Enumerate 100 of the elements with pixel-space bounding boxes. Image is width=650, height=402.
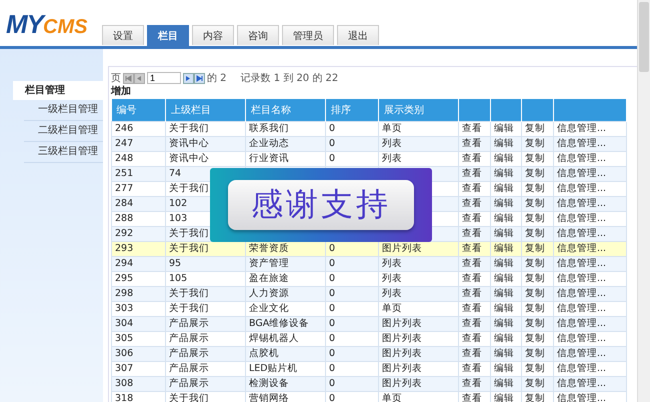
table-row[interactable]: 295 105 盈在旅途 0 列表 查看 编辑 复制 信息管理... <box>112 272 626 286</box>
table-cell: 304 <box>115 318 134 329</box>
table-cell: 0 <box>329 363 336 374</box>
table-cell: 0 <box>329 123 336 134</box>
table-cell: 图片列表 <box>382 318 422 329</box>
table-cell: 293 <box>115 243 134 254</box>
sidebar-item[interactable]: 一级栏目管理 <box>24 100 103 121</box>
table-cell: 103 <box>169 213 188 224</box>
table-cell: 0 <box>329 288 336 299</box>
table-cell: 关于我们 <box>169 303 209 314</box>
table-cell: 产品展示 <box>169 348 209 359</box>
first-prev-page-icon[interactable] <box>123 72 145 84</box>
table-cell: 关于我们 <box>169 123 209 134</box>
table-cell: 图片列表 <box>382 378 422 389</box>
table-cell: 列表 <box>382 138 402 149</box>
nav-tab[interactable]: 咨询 <box>237 25 279 45</box>
table-cell: 0 <box>329 318 336 329</box>
table-cell: 荣誉资质 <box>249 243 289 254</box>
table-cell: 294 <box>115 258 134 269</box>
table-row[interactable]: 294 95 资产管理 0 列表 查看 编辑 复制 信息管理... <box>112 256 626 272</box>
table-cell: 列表 <box>382 288 402 299</box>
table-row[interactable]: 303 关于我们 企业文化 0 单页 查看 编辑 复制 信息管理... <box>112 302 626 316</box>
table-cell: 列表 <box>382 258 402 269</box>
table-cell: 关于我们 <box>169 228 209 239</box>
table-cell: 0 <box>329 393 336 402</box>
nav-tab[interactable]: 栏目 <box>147 25 189 46</box>
table-row[interactable]: 306 产品展示 点胶机 0 图片列表 查看 编辑 复制 信息管理... <box>112 346 626 362</box>
table-cell: 资讯中心 <box>169 153 209 164</box>
nav-tab[interactable]: 退出 <box>337 25 379 45</box>
table-cell: 251 <box>115 168 134 179</box>
table-row[interactable]: 248 资讯中心 行业资讯 0 列表 查看 编辑 复制 信息管理... <box>112 152 626 166</box>
table-cell: 0 <box>329 303 336 314</box>
table-row[interactable]: 305 产品展示 焊锡机器人 0 图片列表 查看 编辑 复制 信息管理... <box>112 332 626 346</box>
add-link[interactable]: 增加 <box>111 86 131 98</box>
table-row[interactable]: 246 关于我们 联系我们 0 单页 查看 编辑 复制 信息管理... <box>112 122 626 136</box>
nav-tab[interactable]: 设置 <box>102 25 144 45</box>
table-cell: LED贴片机 <box>249 363 298 374</box>
table-cell: 0 <box>329 273 336 284</box>
table-cell: 102 <box>169 198 188 209</box>
table-cell: 产品展示 <box>169 363 209 374</box>
table-cell: 单页 <box>382 303 402 314</box>
table-cell: 295 <box>115 273 134 284</box>
table-cell: 318 <box>115 393 134 402</box>
table-cell: 图片列表 <box>382 348 422 359</box>
column-header: 上级栏目 <box>166 99 246 122</box>
table-cell: 列表 <box>382 273 402 284</box>
table-row[interactable]: 307 产品展示 LED贴片机 0 图片列表 查看 编辑 复制 信息管理... <box>112 362 626 376</box>
nav-tab[interactable]: 管理员 <box>282 25 334 45</box>
table-cell: 资讯中心 <box>169 138 209 149</box>
table-cell: 检测设备 <box>249 378 289 389</box>
table-cell: 277 <box>115 183 134 194</box>
sidebar-item[interactable]: 三级栏目管理 <box>24 142 103 163</box>
table-cell: 营销网络 <box>249 393 289 402</box>
table-cell: 企业动态 <box>249 138 289 149</box>
table-cell: 105 <box>169 273 188 284</box>
table-cell: 列表 <box>382 153 402 164</box>
table-cell: 单页 <box>382 123 402 134</box>
table-cell: 盈在旅途 <box>249 273 289 284</box>
table-cell: 产品展示 <box>169 378 209 389</box>
table-cell: 307 <box>115 363 134 374</box>
table-cell: BGA维修设备 <box>249 318 310 329</box>
table-cell: 关于我们 <box>169 393 209 402</box>
table-cell: 关于我们 <box>169 288 209 299</box>
column-header: 排序 <box>326 99 378 122</box>
sidebar-item[interactable]: 二级栏目管理 <box>24 121 103 142</box>
table-row[interactable]: 293 关于我们 荣誉资质 0 图片列表 查看 编辑 复制 信息管理... <box>112 242 626 256</box>
page-count: 的 2 <box>207 72 227 85</box>
table-cell: 0 <box>329 348 336 359</box>
table-cell: 0 <box>329 258 336 269</box>
table-cell: 303 <box>115 303 134 314</box>
table-row[interactable]: 247 资讯中心 企业动态 0 列表 查看 编辑 复制 信息管理... <box>112 136 626 152</box>
table-cell: 248 <box>115 153 134 164</box>
table-cell: 图片列表 <box>382 243 422 254</box>
table-cell: 0 <box>329 243 336 254</box>
table-row[interactable]: 304 产品展示 BGA维修设备 0 图片列表 查看 编辑 复制 信息管理... <box>112 316 626 332</box>
page-input[interactable]: 1 <box>147 72 181 84</box>
table-cell: 0 <box>329 153 336 164</box>
table-cell: 点胶机 <box>249 348 279 359</box>
table-cell: 306 <box>115 348 134 359</box>
scrollbar[interactable] <box>637 0 650 402</box>
table-cell: 关于我们 <box>169 183 209 194</box>
table-cell: 284 <box>115 198 134 209</box>
nav-tab[interactable]: 内容 <box>192 25 234 45</box>
table-row[interactable]: 298 关于我们 人力资源 0 列表 查看 编辑 复制 信息管理... <box>112 286 626 302</box>
table-row[interactable]: 308 产品展示 检测设备 0 图片列表 查看 编辑 复制 信息管理... <box>112 376 626 392</box>
sidebar-heading[interactable]: 栏目管理 <box>13 81 103 100</box>
table-cell: 人力资源 <box>249 288 289 299</box>
table-cell: 资产管理 <box>249 258 289 269</box>
column-header: 展示类别 <box>378 99 458 122</box>
table-cell: 关于我们 <box>169 243 209 254</box>
table-cell: 联系我们 <box>249 123 289 134</box>
next-last-page-icon[interactable] <box>183 72 205 84</box>
table-cell: 产品展示 <box>169 333 209 344</box>
table-cell: 0 <box>329 378 336 389</box>
table-cell: 图片列表 <box>382 333 422 344</box>
table-cell: 图片列表 <box>382 363 422 374</box>
table-cell: 产品展示 <box>169 318 209 329</box>
table-cell: 246 <box>115 123 134 134</box>
table-cell: 298 <box>115 288 134 299</box>
table-cell: 企业文化 <box>249 303 289 314</box>
